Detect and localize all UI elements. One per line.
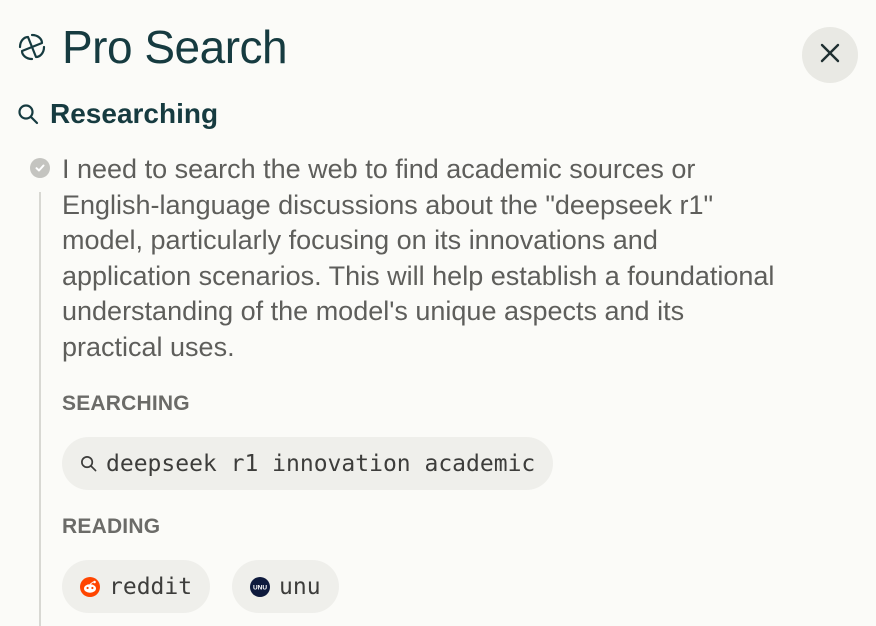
- source-name: reddit: [109, 573, 193, 600]
- reading-label: READING: [62, 515, 161, 538]
- source-name: unu: [279, 573, 321, 600]
- check-circle-icon: [30, 158, 50, 178]
- source-chip-reddit[interactable]: reddit: [62, 560, 211, 613]
- source-chip-unu[interactable]: UNU unu: [232, 560, 339, 613]
- reddit-icon: [80, 576, 100, 597]
- close-button[interactable]: [802, 27, 858, 83]
- page-title: Pro Search: [62, 21, 288, 73]
- search-icon: [80, 455, 97, 472]
- perplexity-logo-icon: [14, 29, 50, 65]
- panel-header: Pro Search: [14, 21, 288, 73]
- search-query-text: deepseek r1 innovation academic: [106, 450, 536, 477]
- timeline-line: [39, 192, 41, 626]
- search-icon: [16, 102, 40, 126]
- step-description: I need to search the web to find academi…: [62, 154, 775, 362]
- step-header: Researching: [16, 100, 218, 128]
- search-query-chip[interactable]: deepseek r1 innovation academic: [62, 437, 554, 490]
- step-title: Researching: [50, 98, 219, 129]
- svg-text:UNU: UNU: [253, 584, 267, 591]
- searching-label: SEARCHING: [62, 392, 190, 415]
- close-icon: [819, 42, 841, 69]
- pro-search-panel: Pro Search Researching I need to search …: [0, 0, 876, 626]
- unu-icon: UNU: [250, 576, 270, 597]
